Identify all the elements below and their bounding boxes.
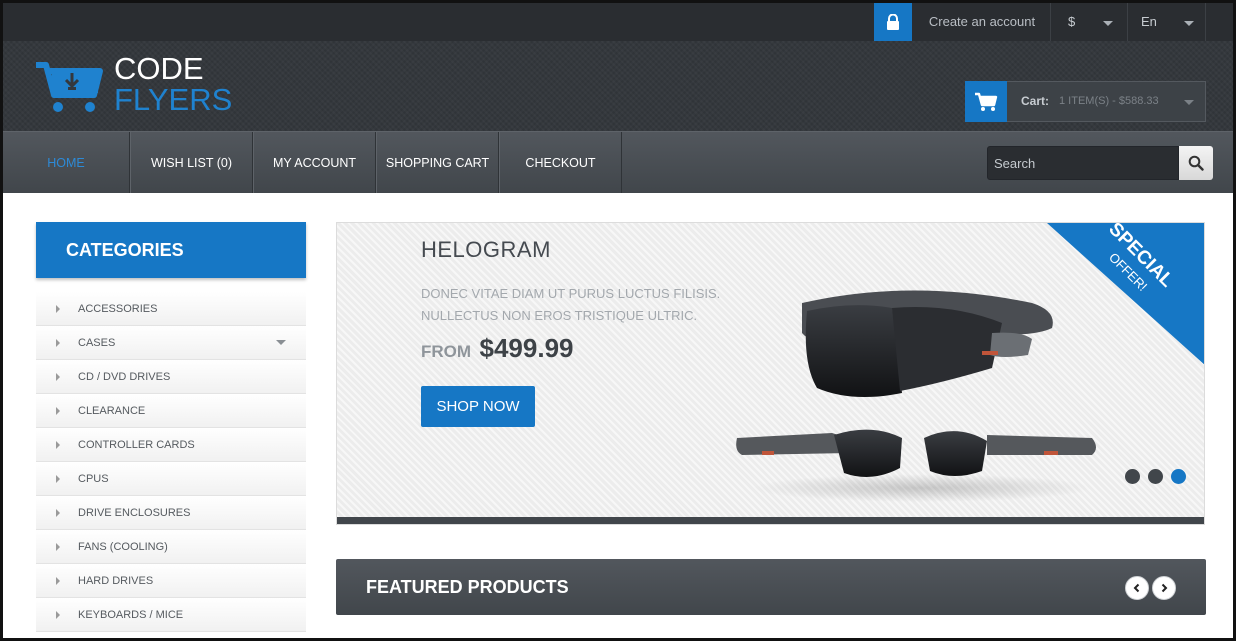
- search-button[interactable]: [1179, 146, 1213, 180]
- chevron-right-icon: [56, 474, 60, 483]
- carousel-pagination: [1125, 469, 1186, 484]
- chevron-down-icon: [1103, 21, 1113, 26]
- cart-logo-icon: [36, 62, 103, 112]
- chevron-right-icon: [56, 338, 60, 347]
- banner-bottom-bar: [337, 517, 1204, 524]
- main-nav: HOME WISH LIST (0) MY ACCOUNT SHOPPING C…: [3, 131, 1233, 193]
- banner-description-line: DONEC VITAE DIAM UT PURUS LUCTUS FILISIS…: [421, 286, 721, 301]
- category-label: CASES: [78, 336, 116, 349]
- search-box: [987, 146, 1213, 180]
- carousel-prev-button[interactable]: [1125, 576, 1149, 600]
- carousel-dot-active[interactable]: [1171, 469, 1186, 484]
- category-item[interactable]: KEYBOARDS / MICE: [36, 598, 306, 632]
- chevron-down-icon: [1184, 21, 1194, 26]
- category-item[interactable]: HARD DRIVES: [36, 564, 306, 598]
- category-label: CPUS: [78, 472, 109, 485]
- product-image: [736, 290, 1096, 502]
- carousel-dot[interactable]: [1125, 469, 1140, 484]
- featured-products-title: FEATURED PRODUCTS: [366, 577, 569, 597]
- divider: [1205, 2, 1206, 41]
- category-label: HARD DRIVES: [78, 574, 154, 587]
- carousel-next-button[interactable]: [1152, 576, 1176, 600]
- chevron-down-icon[interactable]: [276, 340, 286, 345]
- chevron-left-icon: [1133, 583, 1140, 593]
- carousel-dot[interactable]: [1148, 469, 1163, 484]
- hero-banner: HELOGRAM DONEC VITAE DIAM UT PURUS LUCTU…: [336, 222, 1205, 525]
- categories-heading: CATEGORIES: [36, 222, 306, 278]
- category-item[interactable]: CASES: [36, 326, 306, 360]
- nav-item-my-account[interactable]: MY ACCOUNT: [253, 132, 376, 193]
- category-label: FANS (COOLING): [78, 540, 168, 553]
- nav-item-home[interactable]: HOME: [3, 132, 130, 193]
- price-prefix: FROM: [421, 342, 472, 361]
- logo-line-1: CODE: [114, 51, 204, 86]
- banner-description: DONEC VITAE DIAM UT PURUS LUCTUS FILISIS…: [421, 283, 761, 327]
- currency-value: $: [1068, 14, 1076, 29]
- logo-line-2: FLYERS: [114, 82, 233, 117]
- chevron-down-icon: [1184, 100, 1194, 105]
- banner-description-line: NULLECTUS NON EROS TRISTIQUE ULTRIC.: [421, 308, 698, 323]
- category-label: DRIVE ENCLOSURES: [78, 506, 191, 519]
- shopping-cart-icon: [965, 81, 1007, 122]
- category-label: ACCESSORIES: [78, 302, 158, 315]
- lock-icon[interactable]: [874, 2, 912, 41]
- featured-products-header: FEATURED PRODUCTS: [336, 559, 1206, 615]
- category-item[interactable]: CLEARANCE: [36, 394, 306, 428]
- banner-price: FROM $499.99: [421, 333, 573, 364]
- shop-now-button[interactable]: SHOP NOW: [421, 386, 535, 427]
- banner-title: HELOGRAM: [421, 237, 551, 262]
- category-item[interactable]: CD / DVD DRIVES: [36, 360, 306, 394]
- chevron-right-icon: [56, 610, 60, 619]
- chevron-right-icon: [56, 576, 60, 585]
- category-label: KEYBOARDS / MICE: [78, 608, 184, 621]
- category-label: CONTROLLER CARDS: [78, 438, 195, 451]
- chevron-right-icon: [56, 406, 60, 415]
- category-item[interactable]: FANS (COOLING): [36, 530, 306, 564]
- chevron-right-icon: [56, 542, 60, 551]
- cart-summary-button[interactable]: Cart: 1 ITEM(S) - $588.33: [965, 81, 1206, 122]
- search-icon: [1188, 155, 1204, 171]
- cart-summary-text: 1 ITEM(S) - $588.33: [1059, 95, 1159, 107]
- category-label: CD / DVD DRIVES: [78, 370, 171, 383]
- create-account-link[interactable]: Create an account: [914, 2, 1050, 41]
- language-value: En: [1141, 14, 1157, 29]
- divider: [1050, 2, 1051, 41]
- divider: [1127, 2, 1128, 41]
- category-item[interactable]: CONTROLLER CARDS: [36, 428, 306, 462]
- chevron-right-icon: [56, 304, 60, 313]
- search-input[interactable]: [987, 146, 1179, 180]
- chevron-right-icon: [56, 372, 60, 381]
- nav-item-wish-list[interactable]: WISH LIST (0): [130, 132, 253, 193]
- category-item[interactable]: ACCESSORIES: [36, 292, 306, 326]
- chevron-right-icon: [1161, 583, 1168, 593]
- top-bar: Create an account $ En: [0, 0, 1236, 41]
- logo[interactable]: CODE FLYERS: [34, 53, 234, 123]
- category-label: CLEARANCE: [78, 404, 146, 417]
- nav-item-checkout[interactable]: CHECKOUT: [499, 132, 622, 193]
- chevron-right-icon: [56, 440, 60, 449]
- nav-item-shopping-cart[interactable]: SHOPPING CART: [376, 132, 499, 193]
- chevron-right-icon: [56, 508, 60, 517]
- ribbon-line-1: SPECIAL: [1104, 222, 1177, 292]
- categories-list: ACCESSORIES CASES CD / DVD DRIVES CLEARA…: [36, 292, 306, 632]
- header: CODE FLYERS Cart: 1 ITEM(S) - $588.33: [0, 41, 1236, 131]
- cart-label: Cart:: [1021, 94, 1050, 108]
- ribbon-line-2: OFFER!: [1106, 250, 1150, 294]
- language-dropdown[interactable]: En: [1129, 2, 1205, 41]
- category-item[interactable]: CPUS: [36, 462, 306, 496]
- category-item[interactable]: DRIVE ENCLOSURES: [36, 496, 306, 530]
- currency-dropdown[interactable]: $: [1052, 2, 1128, 41]
- price-value: $499.99: [479, 333, 574, 363]
